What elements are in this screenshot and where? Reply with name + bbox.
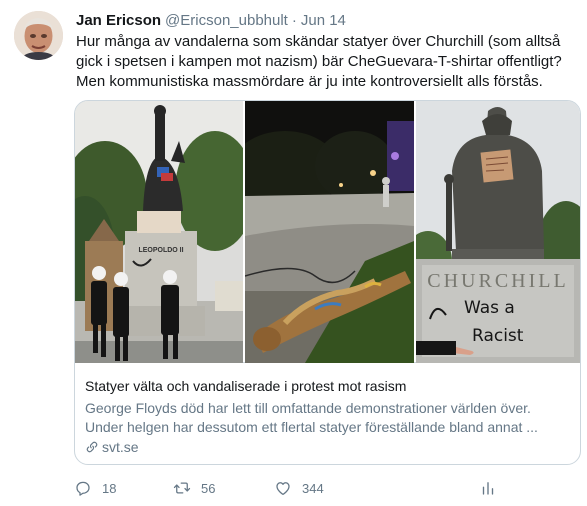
card-image-toppled-statue (245, 101, 414, 363)
svg-text:Racist: Racist (472, 326, 524, 346)
card-domain[interactable]: svt.se (85, 438, 139, 456)
avatar[interactable] (14, 11, 63, 60)
reply-button[interactable]: 18 (74, 478, 116, 498)
analytics-icon (482, 482, 494, 495)
card-domain-text: svt.se (102, 439, 139, 455)
card-image-churchill-statue: CHURCHILL Was a Racist (416, 101, 580, 363)
svg-text:CHURCHILL: CHURCHILL (427, 270, 568, 292)
author-handle[interactable]: @Ericson_ubbhult (165, 12, 288, 29)
retweet-button[interactable]: 56 (173, 478, 215, 498)
tweet-actions: 18 56 344 (74, 478, 514, 500)
tweet-timestamp[interactable]: Jun 14 (301, 12, 346, 29)
analytics-button[interactable] (479, 478, 497, 498)
author-name[interactable]: Jan Ericson (76, 12, 161, 29)
retweet-icon (173, 482, 191, 494)
link-card[interactable]: LEOPOLDO II CHURCHILL Was a Racist Staty… (74, 100, 581, 465)
like-button[interactable]: 344 (274, 478, 324, 498)
separator-dot: · (291, 12, 297, 29)
tweet-text: Hur många av vandalerna som skändar stat… (76, 33, 562, 90)
heart-icon (276, 482, 290, 496)
reply-count: 18 (102, 480, 117, 496)
retweet-count: 56 (201, 480, 216, 496)
link-icon (86, 441, 98, 453)
svg-text:Was a: Was a (464, 298, 515, 318)
like-count: 344 (302, 480, 324, 496)
card-image-leopold-statue: LEOPOLDO II (75, 101, 243, 363)
card-title[interactable]: Statyer välta och vandaliserade i protes… (85, 377, 406, 395)
card-description: George Floyds död har lett till omfattan… (85, 400, 538, 435)
card-image-collage[interactable]: LEOPOLDO II CHURCHILL Was a Racist (75, 101, 580, 363)
tweet[interactable]: Jan Ericson @Ericson_ubbhult · Jun 14 Hur m… (0, 0, 587, 506)
reply-icon (76, 481, 90, 496)
tweet-header: Jan Ericson @Ericson_ubbhult · Jun 14 (76, 11, 346, 31)
svg-text:LEOPOLDO II: LEOPOLDO II (138, 247, 183, 254)
